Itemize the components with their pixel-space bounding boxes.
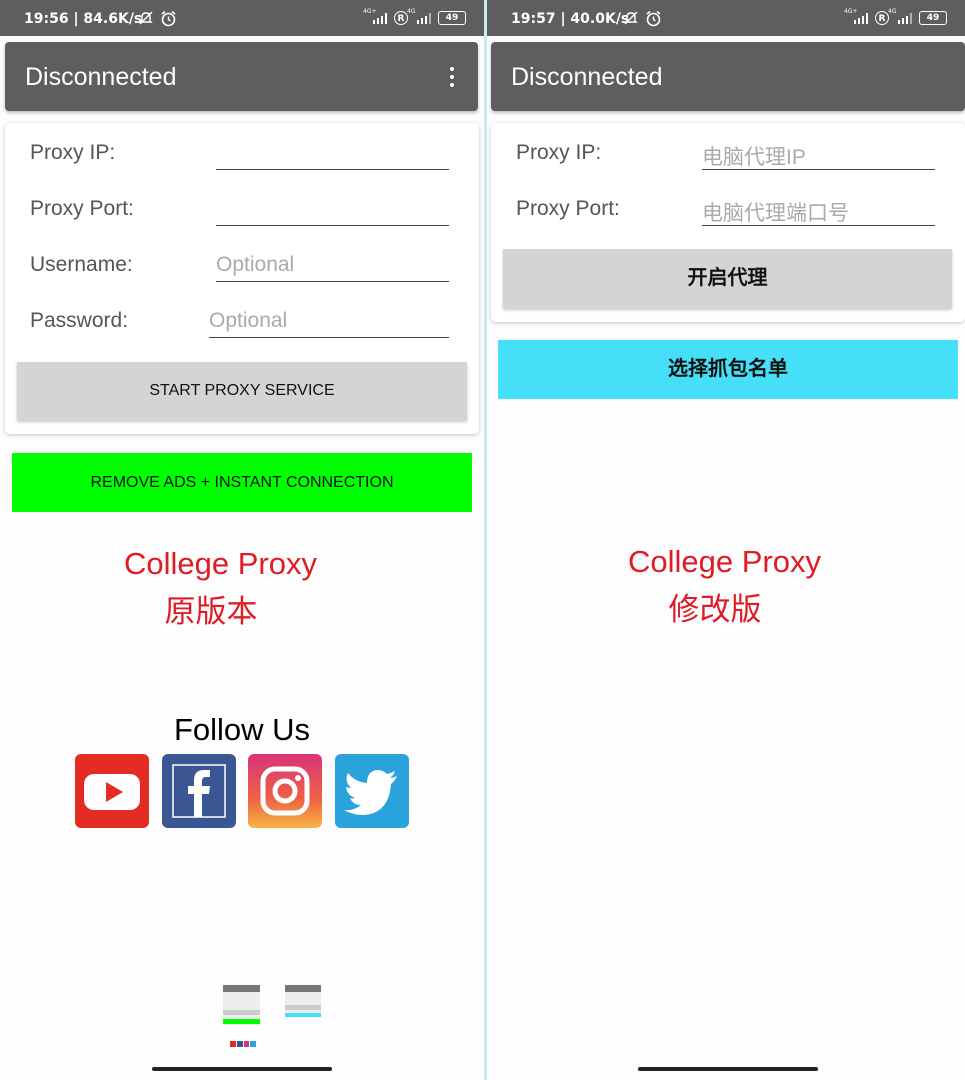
start-proxy-button[interactable]: 开启代理: [503, 249, 952, 308]
facebook-icon[interactable]: [162, 754, 236, 828]
instagram-icon[interactable]: [248, 754, 322, 828]
thumbnail-social: [230, 1041, 256, 1047]
thumbnail-original: [223, 985, 260, 1025]
youtube-icon[interactable]: [75, 754, 149, 828]
proxy-port-underline: [702, 225, 935, 226]
proxy-ip-input[interactable]: [216, 169, 449, 170]
proxy-form-card: Proxy IP: Proxy Port: Username: Optional…: [5, 123, 479, 434]
status-bar: 19:56 | 84.6K/s 4G+ R 4G 49: [0, 0, 484, 36]
password-input[interactable]: Optional: [209, 309, 287, 333]
username-underline: [216, 281, 449, 282]
status-bar: 19:57 | 40.0K/s 4G+ R 4G 49: [487, 0, 965, 36]
alarm-icon: [160, 10, 177, 31]
twitter-icon[interactable]: [335, 754, 409, 828]
password-label: Password:: [30, 309, 129, 332]
proxy-port-input[interactable]: 电脑代理端口号: [702, 197, 849, 227]
proxy-port-label: Proxy Port:: [30, 197, 134, 220]
proxy-form-card: Proxy IP: 电脑代理IP Proxy Port: 电脑代理端口号 开启代…: [491, 123, 965, 322]
app-bar: Disconnected: [491, 42, 965, 111]
proxy-ip-input[interactable]: 电脑代理IP: [702, 141, 806, 171]
proxy-ip-underline: [702, 169, 935, 170]
alarm-icon: [645, 10, 662, 31]
overflow-menu-icon[interactable]: [450, 67, 456, 91]
battery-icon: 49: [438, 11, 466, 25]
select-capture-list-button[interactable]: 选择抓包名单: [498, 340, 958, 399]
caption-version: 原版本: [164, 594, 258, 629]
signal-icon: 4G+: [844, 8, 868, 24]
proxy-port-input[interactable]: [216, 225, 449, 226]
roaming-icon: R: [875, 11, 889, 25]
battery-icon: 49: [919, 11, 947, 25]
signal-icon-2: 4G: [407, 8, 431, 24]
app-bar: Disconnected: [5, 42, 478, 111]
signal-icon: 4G+: [363, 8, 387, 24]
connection-status-title: Disconnected: [25, 63, 177, 91]
mute-icon: [138, 10, 154, 30]
home-gesture-bar[interactable]: [152, 1067, 332, 1071]
follow-us-heading: Follow Us: [173, 712, 311, 747]
proxy-ip-label: Proxy IP:: [516, 141, 602, 164]
caption-version: 修改版: [668, 592, 762, 627]
proxy-port-label: Proxy Port:: [516, 197, 620, 220]
username-label: Username:: [30, 253, 133, 276]
connection-status-title: Disconnected: [511, 63, 663, 91]
start-proxy-button[interactable]: START PROXY SERVICE: [17, 362, 467, 420]
signal-icon-2: 4G: [888, 8, 912, 24]
username-input[interactable]: Optional: [216, 253, 294, 277]
status-time: 19:56 | 84.6K/s: [24, 11, 143, 27]
home-gesture-bar[interactable]: [638, 1067, 818, 1071]
password-underline: [209, 337, 449, 338]
left-screen: 19:56 | 84.6K/s 4G+ R 4G 49 Disconnected…: [0, 0, 484, 1080]
caption-app-name: College Proxy: [628, 544, 821, 579]
status-time: 19:57 | 40.0K/s: [511, 11, 630, 27]
right-screen: 19:57 | 40.0K/s 4G+ R 4G 49 Disconnected…: [487, 0, 965, 1080]
proxy-ip-label: Proxy IP:: [30, 141, 116, 164]
thumbnail-modified: [285, 985, 321, 1017]
remove-ads-button[interactable]: REMOVE ADS + INSTANT CONNECTION: [12, 453, 472, 512]
roaming-icon: R: [394, 11, 408, 25]
caption-app-name: College Proxy: [124, 546, 317, 581]
mute-icon: [623, 10, 639, 30]
